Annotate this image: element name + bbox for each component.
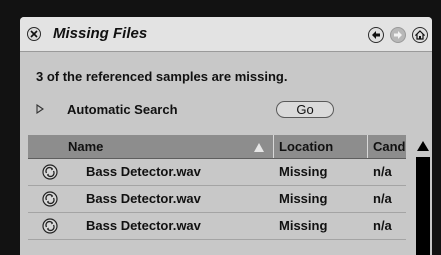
file-name-cell: Bass Detector.wav: [86, 164, 201, 179]
scrollbar-track[interactable]: [416, 157, 430, 255]
column-divider[interactable]: [273, 135, 274, 158]
hot-swap-icon[interactable]: [42, 218, 58, 234]
close-icon: [30, 30, 38, 38]
arrow-left-icon: [372, 31, 380, 39]
location-cell: Missing: [279, 191, 328, 206]
hot-swap-icon[interactable]: [42, 164, 58, 180]
home-button[interactable]: [412, 27, 428, 43]
automatic-search-row: Automatic Search Go: [20, 99, 432, 121]
candidates-cell: n/a: [373, 164, 392, 179]
scroll-up-arrow-icon[interactable]: [417, 141, 429, 151]
disclosure-triangle-icon[interactable]: [36, 104, 44, 114]
forward-button[interactable]: [390, 27, 406, 43]
back-button[interactable]: [368, 27, 384, 43]
title-bar: Missing Files: [20, 17, 432, 52]
table-header: Name Location Candi: [28, 135, 406, 159]
missing-summary-text: 3 of the referenced samples are missing.: [36, 69, 288, 84]
column-header-location[interactable]: Location: [279, 139, 364, 154]
table-row[interactable]: Bass Detector.wav Missing n/a: [28, 213, 406, 240]
go-button[interactable]: Go: [276, 101, 334, 118]
close-button[interactable]: [27, 27, 41, 41]
location-cell: Missing: [279, 218, 328, 233]
missing-files-window: Missing Files 3 of the referenced sample…: [20, 17, 432, 255]
sort-ascending-icon[interactable]: [254, 143, 264, 152]
hot-swap-icon[interactable]: [42, 191, 58, 207]
column-header-name[interactable]: Name: [68, 139, 268, 154]
arrow-right-icon: [394, 31, 402, 39]
candidates-cell: n/a: [373, 218, 392, 233]
column-header-candidates[interactable]: Candi: [373, 139, 406, 154]
candidates-cell: n/a: [373, 191, 392, 206]
home-icon: [415, 30, 425, 40]
column-divider[interactable]: [367, 135, 368, 158]
automatic-search-label: Automatic Search: [67, 102, 178, 117]
missing-files-table: Name Location Candi Bass Detector.wav Mi…: [28, 135, 406, 240]
location-cell: Missing: [279, 164, 328, 179]
table-row[interactable]: Bass Detector.wav Missing n/a: [28, 186, 406, 213]
window-title: Missing Files: [53, 25, 148, 42]
file-name-cell: Bass Detector.wav: [86, 218, 201, 233]
file-name-cell: Bass Detector.wav: [86, 191, 201, 206]
table-row[interactable]: Bass Detector.wav Missing n/a: [28, 159, 406, 186]
vertical-scrollbar[interactable]: [414, 135, 432, 255]
